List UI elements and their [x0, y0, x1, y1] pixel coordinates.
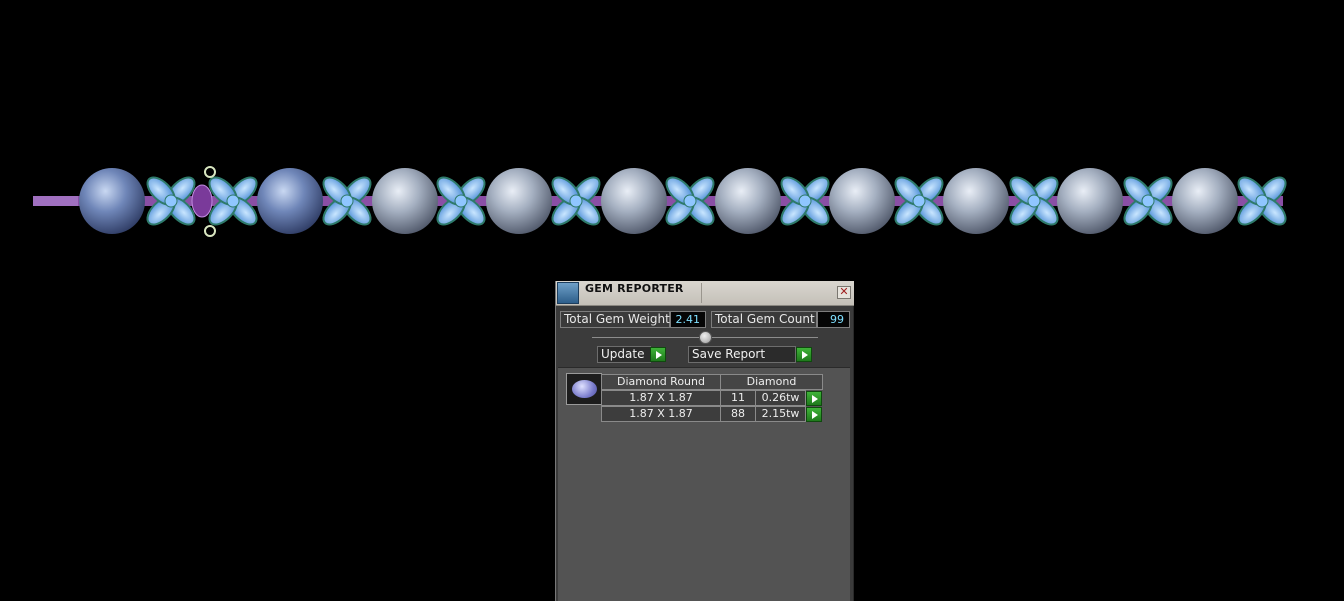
flower-center-gem[interactable]	[1255, 194, 1269, 208]
gem-row-count: 11	[720, 390, 756, 406]
save-report-button[interactable]: Save Report	[688, 346, 796, 363]
clasp-ornament[interactable]	[191, 184, 213, 218]
pearl-bead[interactable]	[715, 168, 781, 234]
save-report-play-arrow-icon[interactable]	[796, 347, 812, 362]
flower-center-gem[interactable]	[164, 194, 178, 208]
gem-row-count: 88	[720, 406, 756, 422]
pearl-bead[interactable]	[79, 168, 145, 234]
gem-list-area[interactable]: Diamond Round Diamond 1.87 X 1.87 11 0.2…	[558, 367, 850, 601]
total-gem-count-label: Total Gem Count	[711, 311, 817, 328]
gem-shape-header: Diamond Round	[601, 374, 721, 390]
bracelet-clasp-rod[interactable]	[33, 196, 78, 206]
flower-center-gem[interactable]	[798, 194, 812, 208]
pearl-bead[interactable]	[257, 168, 323, 234]
gem-row-size: 1.87 X 1.87	[601, 390, 721, 406]
pearl-bead[interactable]	[829, 168, 895, 234]
update-play-arrow-icon[interactable]	[650, 347, 666, 362]
flower-center-gem[interactable]	[1027, 194, 1041, 208]
pearl-bead[interactable]	[943, 168, 1009, 234]
titlebar-divider	[701, 283, 702, 303]
update-button[interactable]: Update	[597, 346, 651, 363]
round-gem-icon[interactable]	[566, 373, 602, 405]
total-gem-weight-label: Total Gem Weight	[560, 311, 670, 328]
clasp-ring-bottom[interactable]	[204, 225, 216, 237]
panel-titlebar[interactable]: GEM REPORTER ✕	[556, 281, 854, 306]
panel-title: GEM REPORTER	[585, 282, 684, 295]
gem-material-header: Diamond	[720, 374, 823, 390]
slider-knob-icon[interactable]	[699, 331, 712, 344]
gem-row-play-arrow-icon[interactable]	[806, 407, 822, 422]
flower-center-gem[interactable]	[912, 194, 926, 208]
close-icon[interactable]: ✕	[837, 286, 851, 299]
gem-row-play-arrow-icon[interactable]	[806, 391, 822, 406]
flower-center-gem[interactable]	[340, 194, 354, 208]
flower-center-gem[interactable]	[226, 194, 240, 208]
pearl-bead[interactable]	[486, 168, 552, 234]
gem-reporter-logo-icon	[557, 282, 579, 304]
gem-row-size: 1.87 X 1.87	[601, 406, 721, 422]
flower-center-gem[interactable]	[454, 194, 468, 208]
flower-center-gem[interactable]	[1141, 194, 1155, 208]
gem-reporter-panel: GEM REPORTER ✕ Total Gem Weight 2.41 Tot…	[555, 281, 854, 601]
pearl-bead[interactable]	[372, 168, 438, 234]
total-gem-count-value: 99	[817, 311, 850, 328]
gem-row-weight: 0.26tw	[755, 390, 806, 406]
flower-center-gem[interactable]	[569, 194, 583, 208]
clasp-ring-top[interactable]	[204, 166, 216, 178]
pearl-bead[interactable]	[1172, 168, 1238, 234]
bracelet-model[interactable]	[0, 0, 1344, 300]
total-gem-weight-value: 2.41	[670, 311, 706, 328]
pearl-bead[interactable]	[1057, 168, 1123, 234]
pearl-bead[interactable]	[601, 168, 667, 234]
flower-center-gem[interactable]	[683, 194, 697, 208]
gem-row-weight: 2.15tw	[755, 406, 806, 422]
